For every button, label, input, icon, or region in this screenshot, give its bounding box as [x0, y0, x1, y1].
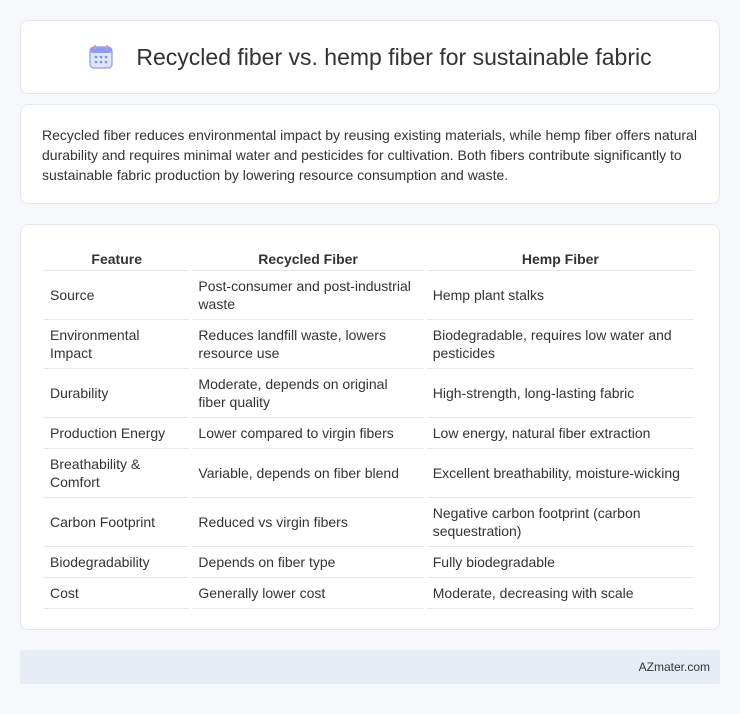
recycled-cell: Depends on fiber type — [192, 547, 424, 578]
recycled-cell: Moderate, depends on original fiber qual… — [192, 369, 424, 418]
feature-cell: Environmental Impact — [44, 320, 190, 369]
comparison-table: Feature Recycled Fiber Hemp Fiber Source… — [41, 247, 697, 609]
table-header-row: Feature Recycled Fiber Hemp Fiber — [44, 247, 694, 271]
page-title: Recycled fiber vs. hemp fiber for sustai… — [136, 43, 652, 70]
hemp-cell: Hemp plant stalks — [426, 271, 694, 320]
table-row: Source Post-consumer and post-industrial… — [44, 271, 694, 320]
recycled-cell: Lower compared to virgin fibers — [192, 418, 424, 449]
hemp-cell: Moderate, decreasing with scale — [426, 578, 694, 609]
feature-cell: Biodegradability — [44, 547, 190, 578]
column-header-feature: Feature — [44, 247, 190, 271]
comparison-card: Feature Recycled Fiber Hemp Fiber Source… — [20, 224, 720, 630]
feature-cell: Durability — [44, 369, 190, 418]
table-row: Cost Generally lower cost Moderate, decr… — [44, 578, 694, 609]
feature-cell: Production Energy — [44, 418, 190, 449]
recycled-cell: Reduces landfill waste, lowers resource … — [192, 320, 424, 369]
hemp-cell: Low energy, natural fiber extraction — [426, 418, 694, 449]
calendar-icon — [89, 45, 114, 69]
recycled-cell: Post-consumer and post-industrial waste — [192, 271, 424, 320]
hemp-cell: Fully biodegradable — [426, 547, 694, 578]
table-row: Production Energy Lower compared to virg… — [44, 418, 694, 449]
feature-cell: Source — [44, 271, 190, 320]
feature-cell: Carbon Footprint — [44, 498, 190, 547]
column-header-hemp: Hemp Fiber — [426, 247, 694, 271]
recycled-cell: Variable, depends on fiber blend — [192, 449, 424, 498]
table-row: Carbon Footprint Reduced vs virgin fiber… — [44, 498, 694, 547]
feature-cell: Breathability & Comfort — [44, 449, 190, 498]
table-row: Durability Moderate, depends on original… — [44, 369, 694, 418]
title-card: Recycled fiber vs. hemp fiber for sustai… — [20, 20, 720, 94]
summary-card: Recycled fiber reduces environmental imp… — [20, 104, 720, 204]
footer: AZmater.com — [20, 650, 720, 684]
hemp-cell: Excellent breathability, moisture-wickin… — [426, 449, 694, 498]
column-header-recycled: Recycled Fiber — [192, 247, 424, 271]
hemp-cell: Negative carbon footprint (carbon seques… — [426, 498, 694, 547]
summary-text: Recycled fiber reduces environmental imp… — [42, 127, 697, 183]
title-wrap: Recycled fiber vs. hemp fiber for sustai… — [88, 43, 652, 71]
table-row: Environmental Impact Reduces landfill wa… — [44, 320, 694, 369]
hemp-cell: Biodegradable, requires low water and pe… — [426, 320, 694, 369]
table-row: Breathability & Comfort Variable, depend… — [44, 449, 694, 498]
footer-site[interactable]: AZmater.com — [639, 660, 710, 674]
table-row: Biodegradability Depends on fiber type F… — [44, 547, 694, 578]
recycled-cell: Reduced vs virgin fibers — [192, 498, 424, 547]
recycled-cell: Generally lower cost — [192, 578, 424, 609]
hemp-cell: High-strength, long-lasting fabric — [426, 369, 694, 418]
feature-cell: Cost — [44, 578, 190, 609]
